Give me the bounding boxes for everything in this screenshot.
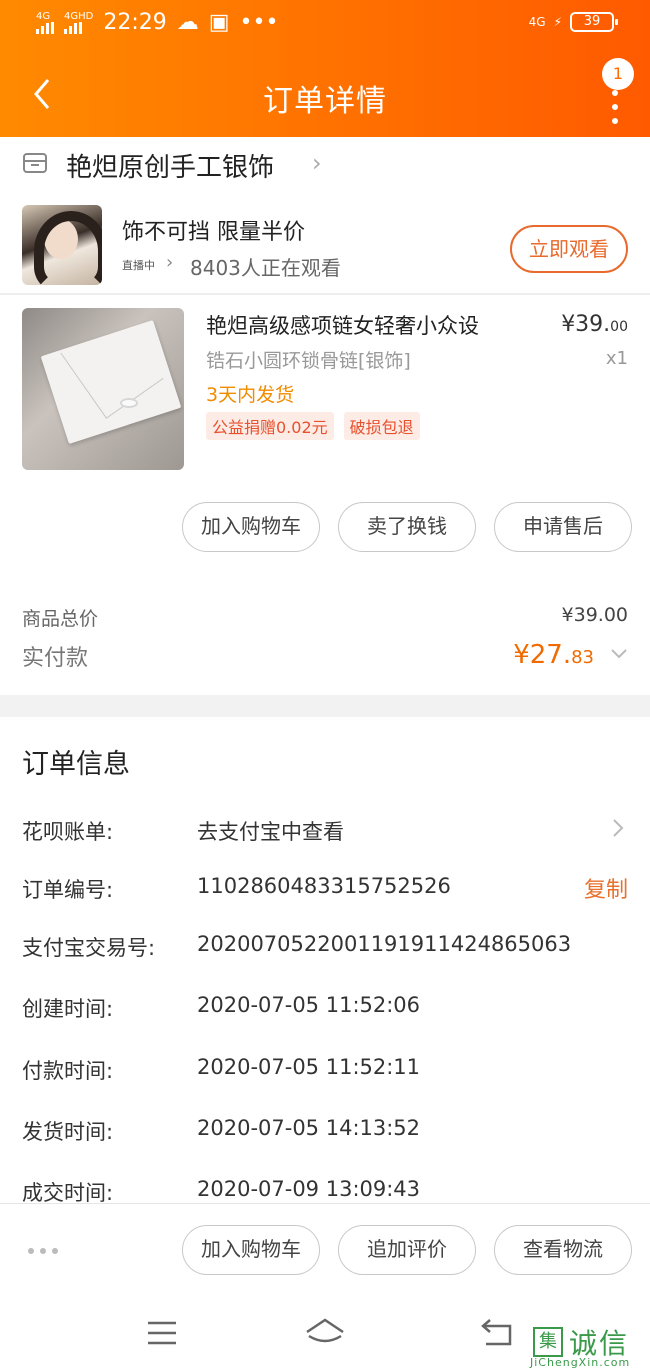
product-price: ¥39.00 (561, 312, 628, 337)
copy-button[interactable]: 复制 (584, 872, 628, 904)
network-right-label: 4G (528, 15, 546, 29)
add-to-cart-button[interactable]: 加入购物车 (182, 502, 320, 552)
row-value: 2020070522001191911424865063 (197, 932, 572, 956)
row-value[interactable]: 去支付宝中查看 (197, 816, 344, 846)
row-label: 创建时间: (22, 997, 114, 1021)
product-title[interactable]: 艳炟高级感项链女轻奢小众设 (206, 310, 479, 340)
row-value: 2020-07-05 11:52:11 (197, 1055, 421, 1079)
price-summary: 商品总价 ¥39.00 实付款 ¥27.83 (0, 598, 650, 688)
order-info-title: 订单信息 (22, 749, 130, 780)
chevron-right-icon: › (312, 149, 322, 177)
clock: 22:29 (103, 10, 167, 35)
huabei-bill-row[interactable]: 花呗账单: 去支付宝中查看 (0, 812, 650, 852)
alipay-trade-row: 支付宝交易号: 2020070522001191911424865063 (0, 928, 650, 968)
add-review-button[interactable]: 追加评价 (338, 1225, 476, 1275)
price-decimal: 00 (610, 319, 628, 335)
charging-icon: ⚡ (553, 15, 562, 29)
network-label: 4G (36, 10, 51, 22)
resell-button[interactable]: 卖了换钱 (338, 502, 476, 552)
damage-return-tag: 破损包退 (343, 412, 420, 440)
menu-icon[interactable] (146, 1320, 178, 1346)
goods-total-value: ¥39.00 (561, 604, 628, 626)
paid-integer: ¥27. (513, 640, 572, 670)
charity-tag: 公益捐赠0.02元 (206, 412, 334, 440)
back-nav-icon[interactable] (480, 1318, 514, 1346)
chevron-right-icon (613, 819, 624, 837)
signal-icon-2: 4GHD (64, 10, 94, 34)
section-divider (0, 695, 650, 717)
row-label: 订单编号: (22, 878, 114, 902)
watermark-url: JiChengXin.com (530, 1356, 631, 1369)
order-number-row: 订单编号: 1102860483315752526 复制 (0, 870, 650, 910)
row-label: 付款时间: (22, 1059, 114, 1083)
live-title: 饰不可挡 限量半价 (122, 220, 305, 245)
shipping-promise: 3天内发货 (206, 384, 295, 406)
goods-total-label: 商品总价 (22, 608, 99, 630)
created-time-row: 创建时间: 2020-07-05 11:52:06 (0, 989, 650, 1029)
chevron-down-icon[interactable] (610, 648, 628, 660)
shipped-time-row: 发货时间: 2020-07-05 14:13:52 (0, 1112, 650, 1152)
paid-time-row: 付款时间: 2020-07-05 11:52:11 (0, 1051, 650, 1091)
battery-icon: 39 (570, 12, 618, 32)
shop-name[interactable]: 艳炟原创手工银饰 (66, 147, 274, 184)
live-stream-banner[interactable]: 饰不可挡 限量半价 直播中 › 8403人正在观看 立即观看 (0, 200, 650, 295)
home-icon[interactable] (303, 1316, 347, 1348)
live-status: 直播中 (122, 259, 155, 272)
streamer-avatar (22, 205, 102, 285)
product-item[interactable]: 艳炟高级感项链女轻奢小众设 锆石小圆环锁骨链[银饰] 3天内发货 公益捐赠0.0… (0, 298, 650, 488)
more-menu-icon[interactable] (612, 90, 620, 124)
more-notifications-icon: ••• (239, 10, 279, 35)
cloud-icon: ☁ (176, 10, 199, 35)
row-value: 2020-07-09 13:09:43 (197, 1177, 421, 1201)
paid-amount-value: ¥27.83 (513, 640, 594, 670)
product-image[interactable] (22, 308, 184, 470)
row-label: 支付宝交易号: (22, 936, 156, 960)
store-icon (23, 153, 47, 173)
video-icon: ▣ (208, 10, 230, 35)
header: 4G 4GHD 22:29 ☁ ▣ ••• 4G ⚡ 39 订单详情 1 (0, 0, 650, 137)
chevron-right-icon: › (166, 252, 174, 273)
message-badge: 1 (602, 58, 634, 90)
row-label: 发货时间: (22, 1120, 114, 1144)
after-sales-button[interactable]: 申请售后 (494, 502, 632, 552)
row-value: 2020-07-05 11:52:06 (197, 993, 421, 1017)
more-icon[interactable] (28, 1248, 58, 1254)
product-quantity: x1 (605, 348, 628, 369)
network-label-2: 4GHD (64, 10, 94, 22)
item-actions: 加入购物车 卖了换钱 申请售后 (0, 502, 650, 552)
paid-amount-label: 实付款 (22, 646, 89, 671)
watermark-logo: 集 (533, 1327, 563, 1357)
live-watchers: 8403人正在观看 (190, 256, 341, 280)
paid-decimal: 83 (571, 647, 594, 668)
price-integer: ¥39. (561, 312, 611, 337)
system-nav-bar: 集 诚信 JiChengXin.com (0, 1298, 650, 1372)
view-logistics-button[interactable]: 查看物流 (494, 1225, 632, 1275)
watch-now-button[interactable]: 立即观看 (510, 225, 628, 273)
page-title: 订单详情 (263, 84, 387, 119)
add-to-cart-button[interactable]: 加入购物车 (182, 1225, 320, 1275)
row-value: 2020-07-05 14:13:52 (197, 1116, 421, 1140)
product-sku: 锆石小圆环锁骨链[银饰] (206, 350, 411, 372)
nav-bar: 订单详情 1 (0, 52, 650, 137)
status-bar: 4G 4GHD 22:29 ☁ ▣ ••• 4G ⚡ 39 (0, 0, 650, 52)
row-value: 1102860483315752526 (197, 874, 451, 898)
row-label: 花呗账单: (22, 820, 114, 844)
shop-header[interactable]: 艳炟原创手工银饰 › (0, 137, 650, 192)
signal-icon: 4G (36, 10, 54, 34)
bottom-action-bar: 加入购物车 追加评价 查看物流 (0, 1203, 650, 1298)
